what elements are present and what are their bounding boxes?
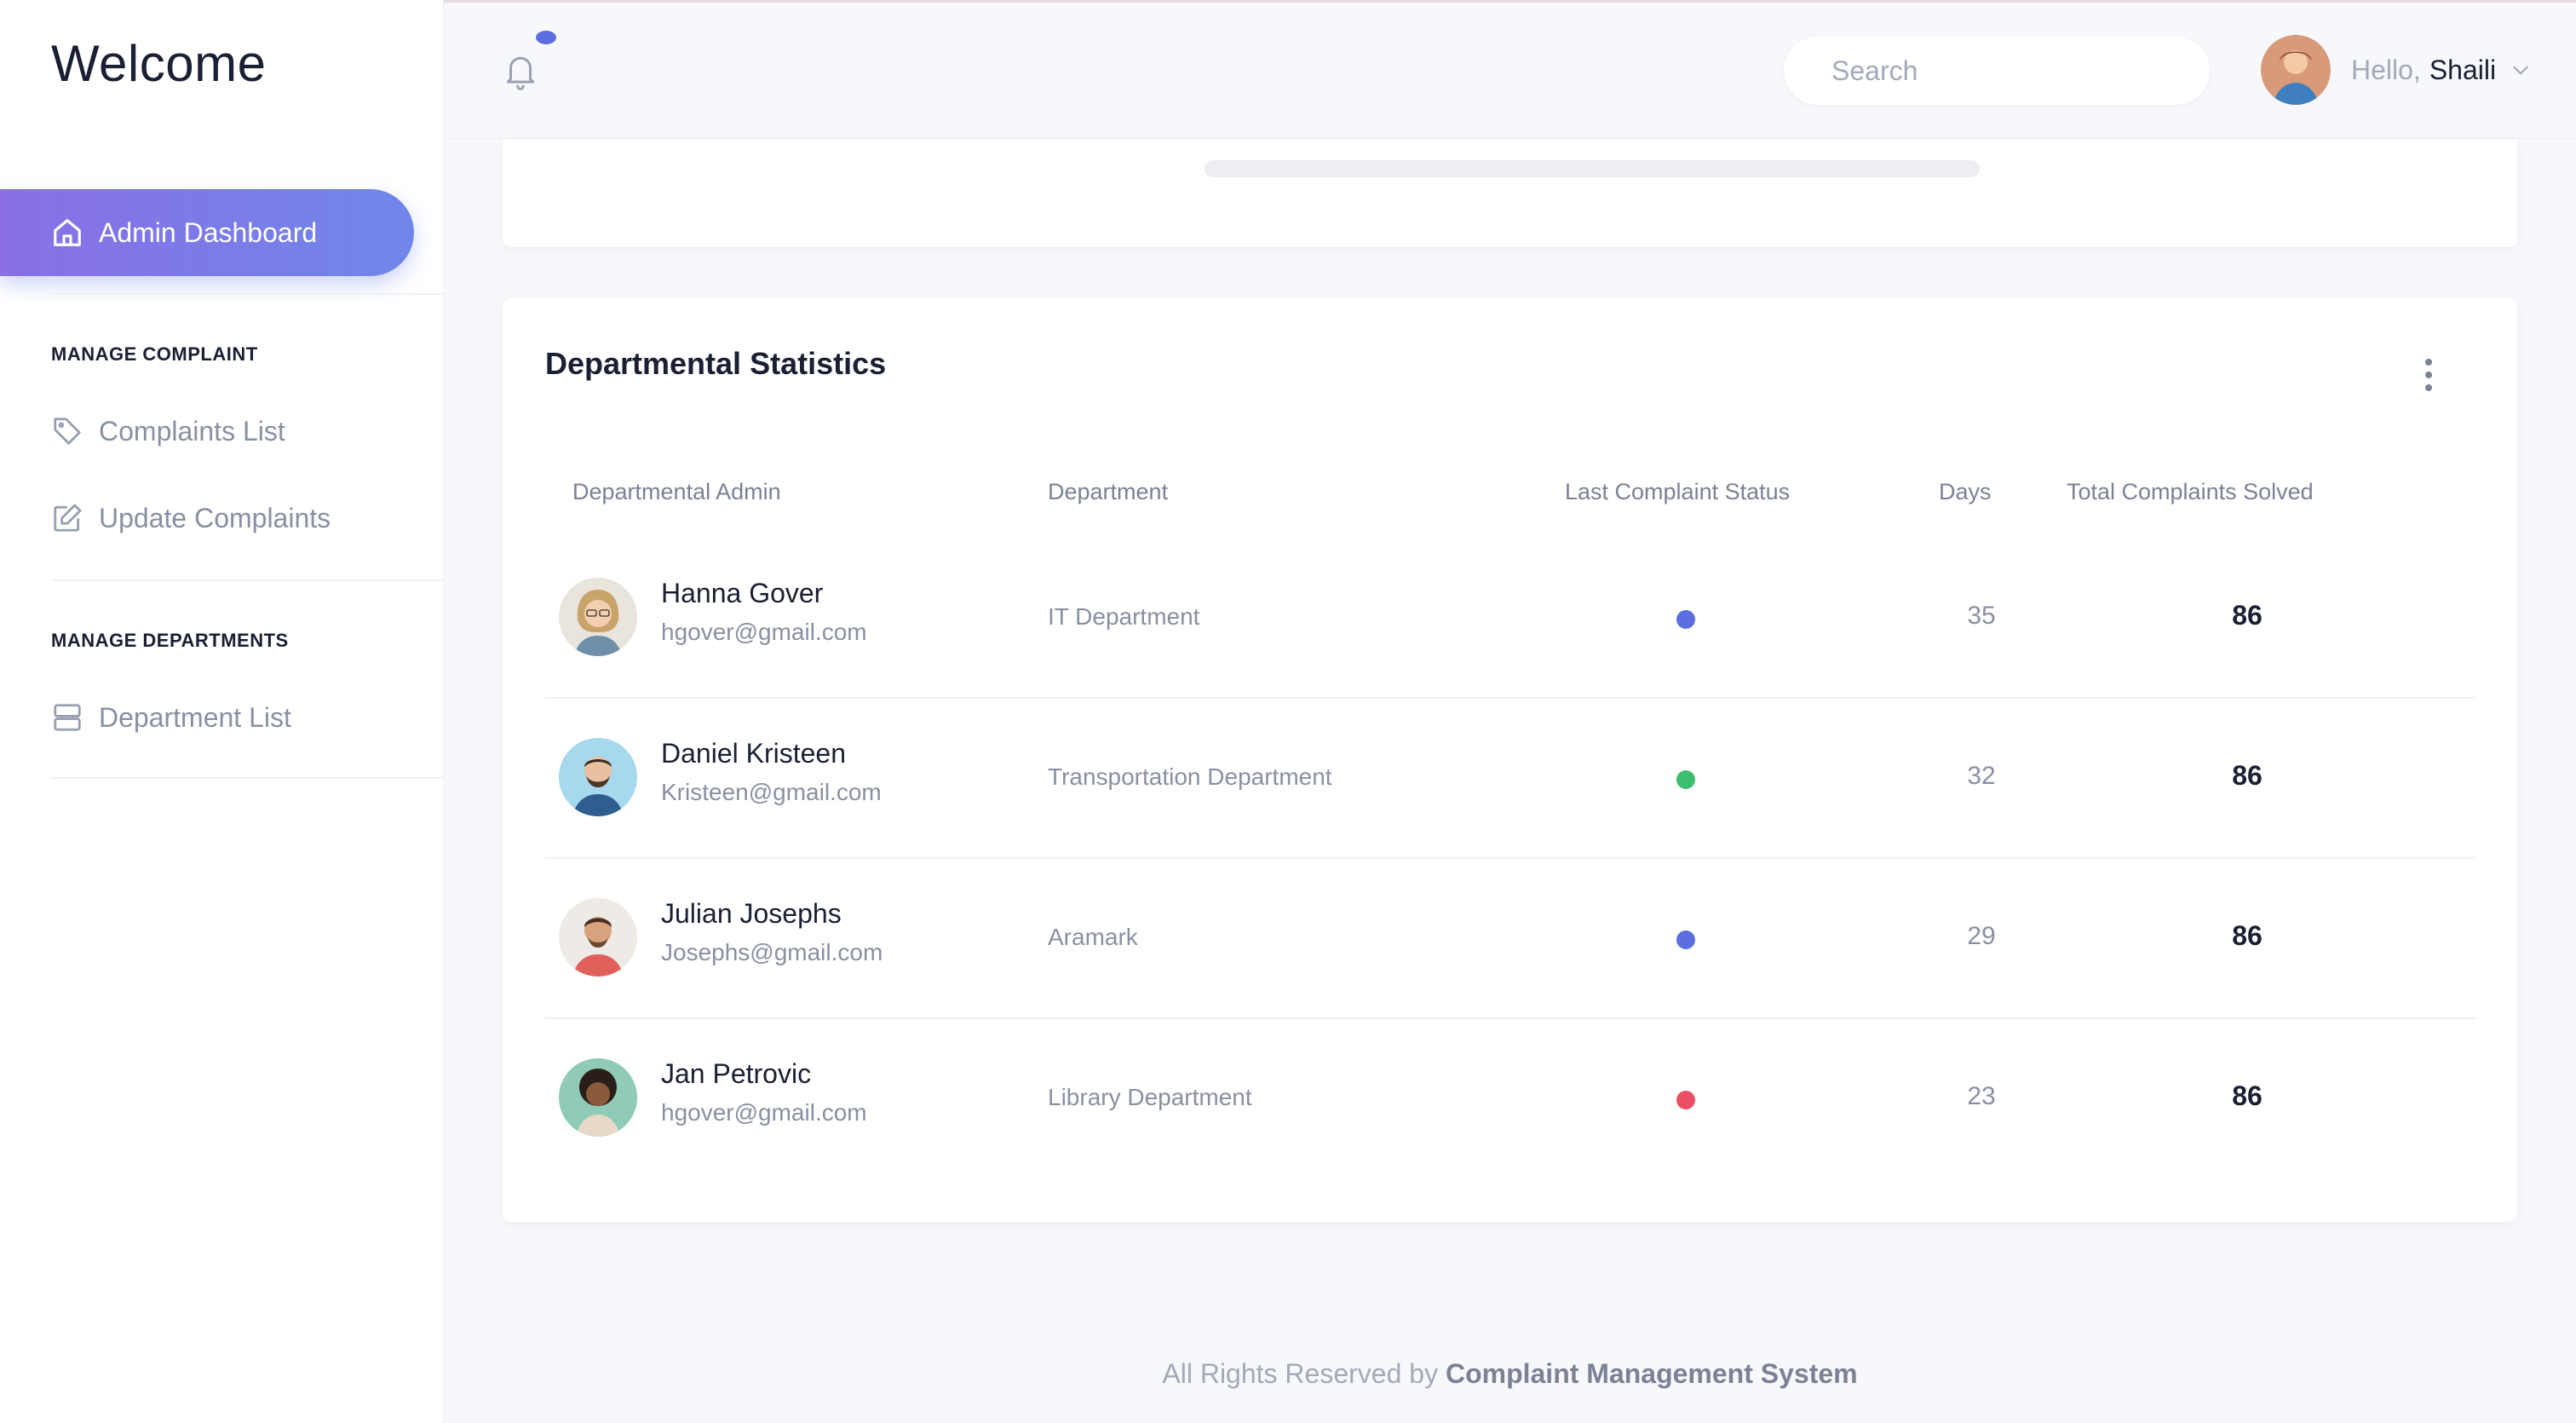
column-header-department: Department <box>1048 479 1169 504</box>
admin-name: Hanna Gover <box>661 578 824 608</box>
sidebar-divider <box>51 293 444 295</box>
table-row[interactable]: Daniel Kristeen Kristeen@gmail.com Trans… <box>545 699 2475 859</box>
admin-name: Julian Josephs <box>661 898 842 929</box>
total-solved-value: 86 <box>2232 760 2263 791</box>
admin-email: hgover@gmail.com <box>661 1099 867 1126</box>
sidebar-item-label: Department List <box>99 701 291 733</box>
days-value: 32 <box>1967 762 1996 790</box>
sidebar-item-label: Complaints List <box>99 415 285 446</box>
bell-icon[interactable] <box>503 51 538 90</box>
chevron-down-icon[interactable] <box>2510 59 2532 81</box>
status-dot <box>1676 930 1695 949</box>
column-header-total-solved: Total Complaints Solved <box>2067 479 2314 504</box>
status-dot <box>1676 770 1695 789</box>
admin-name: Daniel Kristeen <box>661 738 846 769</box>
greeting-text: Hello, <box>2351 54 2421 85</box>
department-name: Library Department <box>1048 1084 1252 1110</box>
department-name: Transportation Department <box>1048 763 1332 790</box>
sidebar-item-admin-dashboard[interactable]: Admin Dashboard <box>0 189 414 276</box>
department-name: Aramark <box>1048 924 1138 950</box>
edit-icon <box>54 504 82 532</box>
avatar[interactable] <box>2261 35 2331 105</box>
card-title: Departmental Statistics <box>545 346 887 381</box>
status-dot <box>1676 610 1695 629</box>
footer-text: All Rights Reserved by <box>1162 1358 1439 1389</box>
footer: All Rights Reserved by Complaint Managem… <box>444 1358 2576 1390</box>
total-solved-value: 86 <box>2232 1080 2263 1111</box>
status-dot <box>1676 1091 1695 1109</box>
days-value: 29 <box>1967 922 1996 950</box>
sidebar-item-update-complaints[interactable]: Update Complaints <box>51 502 331 534</box>
summary-card <box>503 140 2517 247</box>
section-title-manage-complaint: MANAGE COMPLAINT <box>51 343 258 365</box>
admin-email: hgover@gmail.com <box>661 619 867 645</box>
avatar <box>559 738 637 816</box>
table-row[interactable]: Hanna Gover hgover@gmail.com IT Departme… <box>545 539 2475 699</box>
sidebar: Welcome Admin Dashboard MANAGE COMPLAINT… <box>0 0 444 1423</box>
user-menu[interactable]: Hello, Shaili <box>2261 35 2532 105</box>
total-solved-value: 86 <box>2232 920 2263 951</box>
search-input[interactable] <box>1831 55 2189 87</box>
total-solved-value: 86 <box>2232 600 2263 631</box>
days-value: 35 <box>1967 602 1996 630</box>
column-header-status: Last Complaint Status <box>1565 479 1791 504</box>
sidebar-divider <box>51 579 444 581</box>
sidebar-item-label: Update Complaints <box>99 502 331 533</box>
server-icon <box>54 704 81 731</box>
department-name: IT Department <box>1048 603 1200 630</box>
notification-dot <box>536 31 556 44</box>
section-title-manage-departments: MANAGE DEPARTMENTS <box>51 630 289 651</box>
search-box <box>1784 37 2210 105</box>
days-value: 23 <box>1967 1082 1996 1110</box>
sidebar-item-label: Admin Dashboard <box>99 216 318 248</box>
admin-name: Jan Petrovic <box>661 1058 812 1089</box>
home-icon <box>54 219 81 246</box>
table-row[interactable]: Julian Josephs Josephs@gmail.com Aramark… <box>545 859 2475 1019</box>
departmental-statistics-card: Departmental Statistics Departmental Adm… <box>503 298 2517 1222</box>
avatar <box>559 1058 637 1137</box>
loading-placeholder <box>1205 160 1980 177</box>
admin-email: Kristeen@gmail.com <box>661 779 882 805</box>
avatar <box>559 578 637 656</box>
brand-title: Welcome <box>51 35 267 92</box>
tag-icon <box>54 418 81 445</box>
avatar <box>559 898 637 977</box>
sidebar-item-department-list[interactable]: Department List <box>51 701 291 734</box>
user-name: Shaili <box>2429 54 2497 85</box>
column-header-admin: Departmental Admin <box>572 479 781 504</box>
footer-brand: Complaint Management System <box>1445 1358 1858 1389</box>
admin-email: Josephs@gmail.com <box>661 939 883 965</box>
column-header-days: Days <box>1939 479 1992 504</box>
top-header: Hello, Shaili <box>444 3 2576 139</box>
more-vertical-icon[interactable] <box>2423 356 2435 394</box>
sidebar-item-complaints-list[interactable]: Complaints List <box>51 415 285 447</box>
sidebar-divider <box>51 777 444 779</box>
table-row[interactable]: Jan Petrovic hgover@gmail.com Library De… <box>545 1019 2475 1179</box>
